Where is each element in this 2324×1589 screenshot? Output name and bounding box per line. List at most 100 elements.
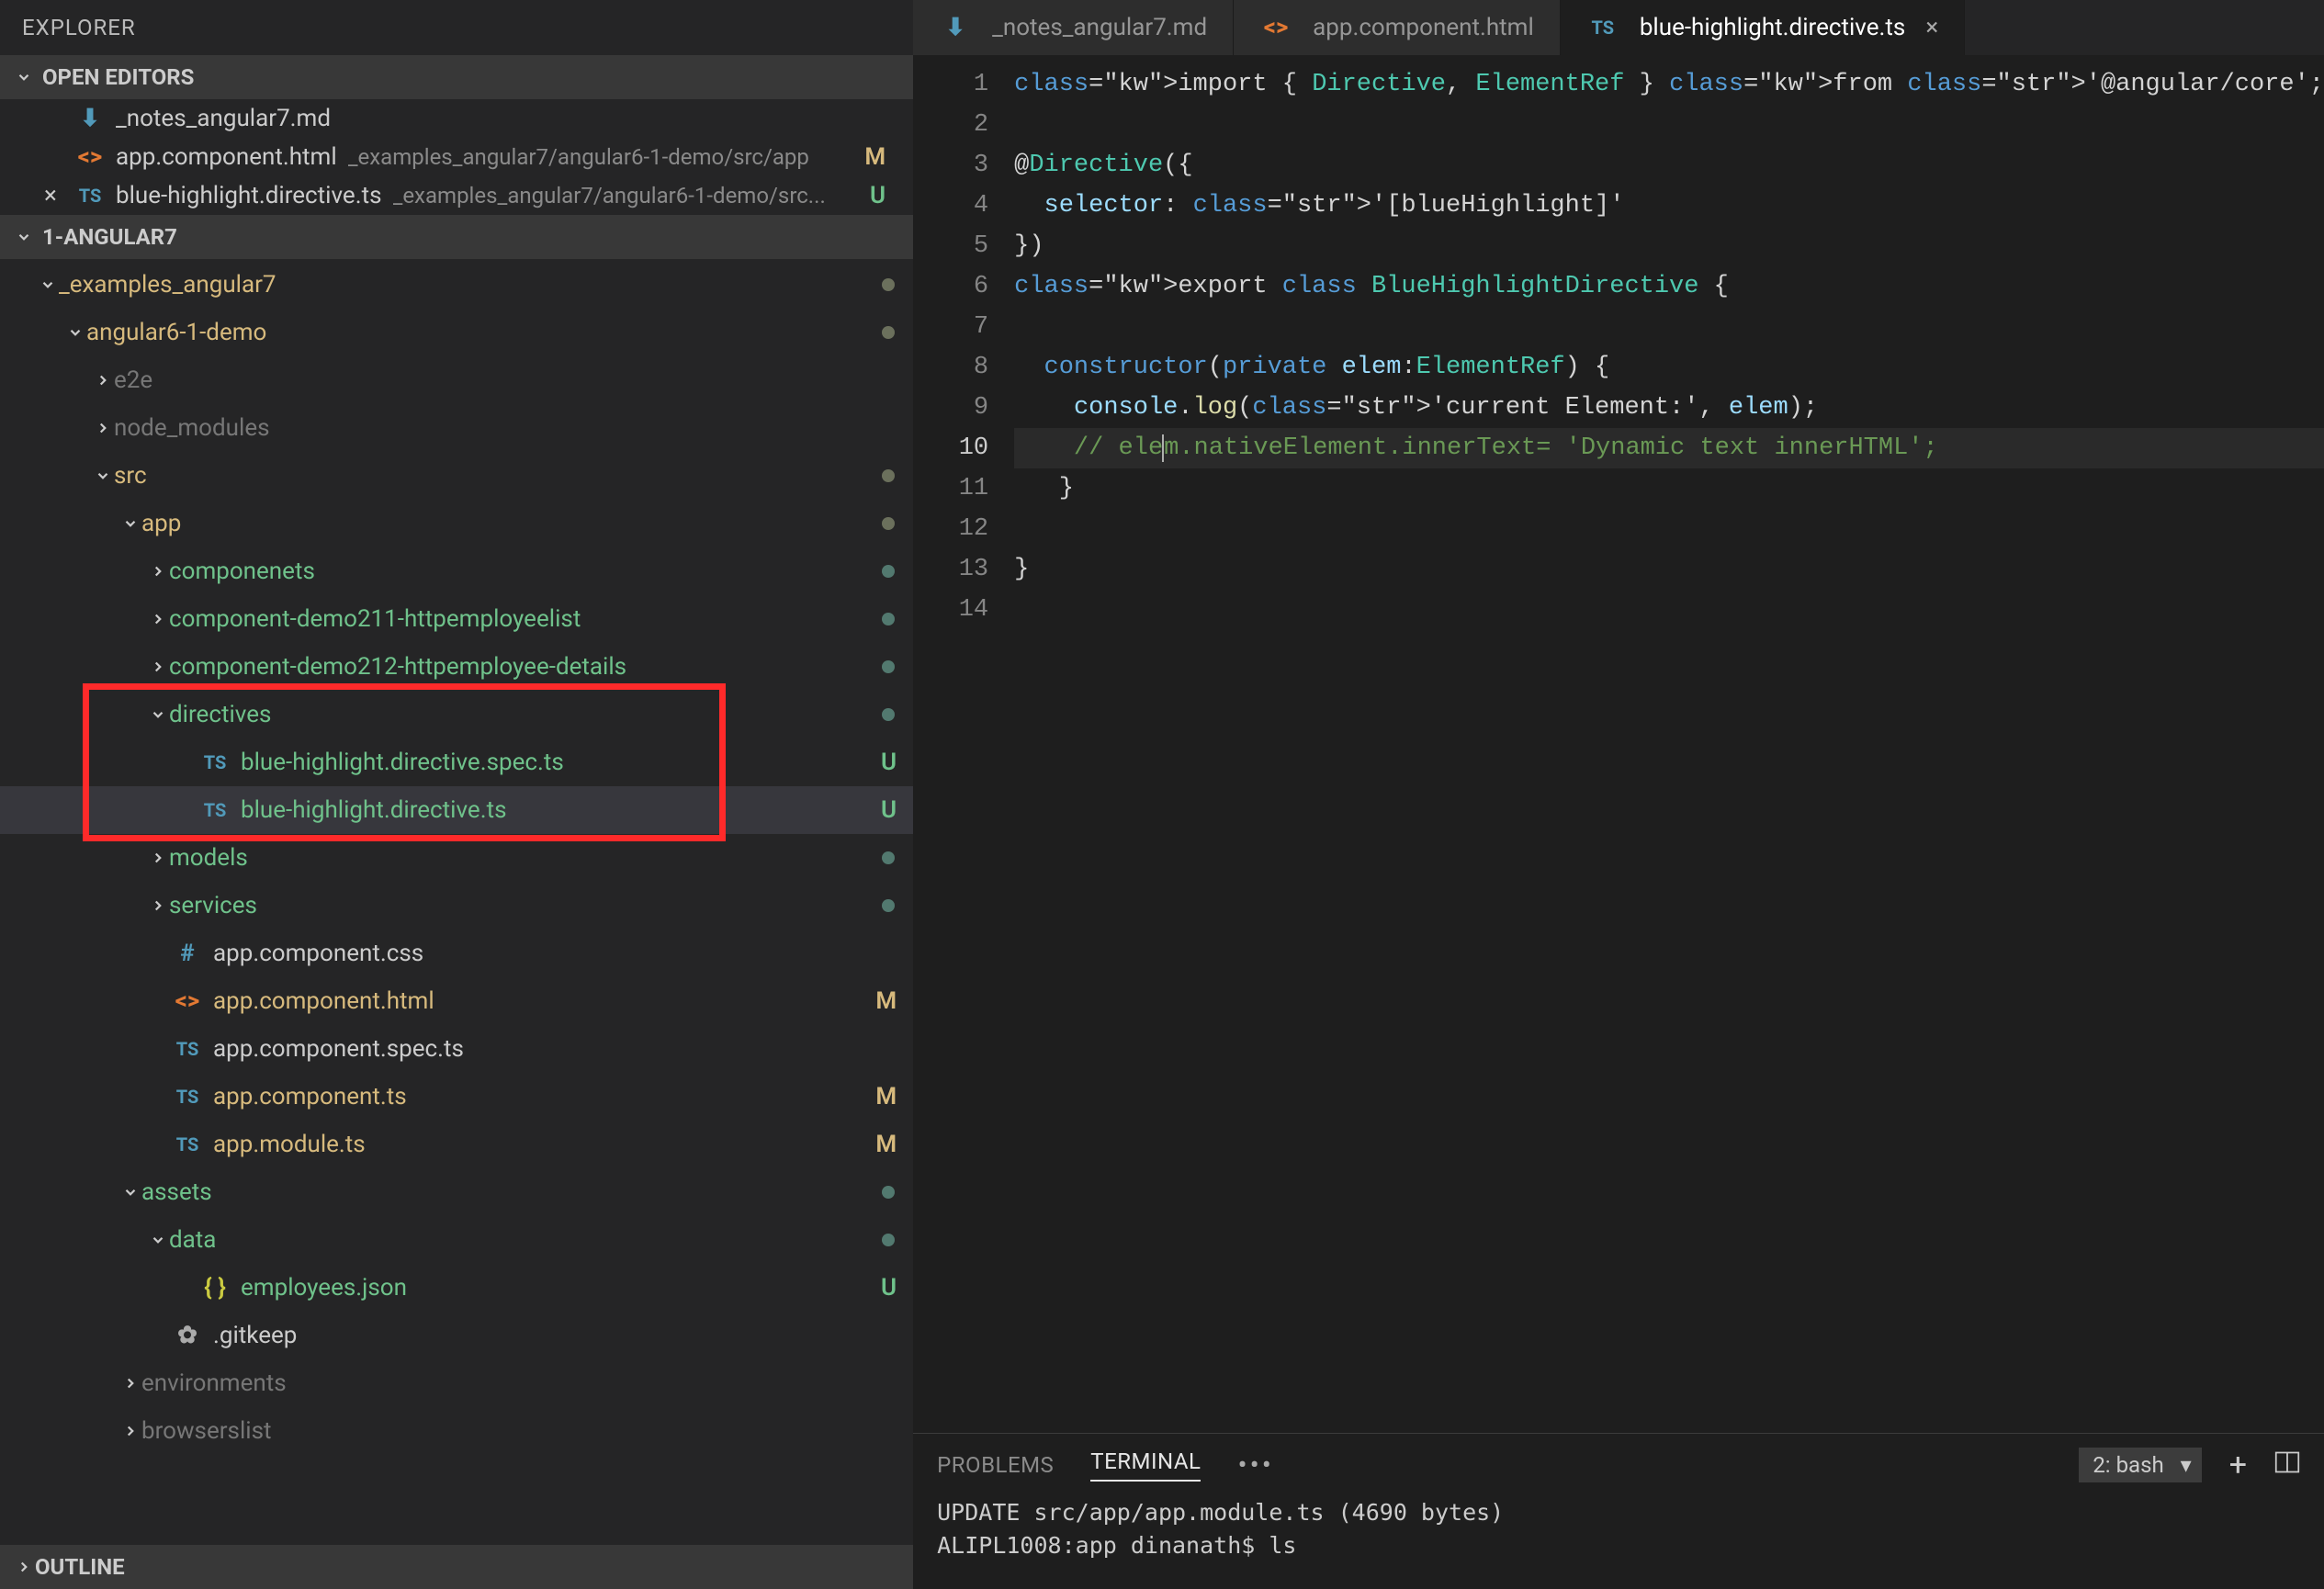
panel-more-icon[interactable]: ••• [1237,1449,1273,1482]
chevron-right-icon [147,850,169,866]
markdown-icon: ⬇ [73,105,107,132]
ts-icon: TS [171,1086,204,1108]
file-item[interactable]: TSapp.module.tsM [0,1121,913,1168]
folder-name: data [169,1226,216,1254]
file-name: employees.json [241,1274,407,1302]
line-number: 7 [913,307,988,347]
line-number: 14 [913,590,988,630]
open-editors-header[interactable]: OPEN EDITORS [0,55,913,99]
terminal-select[interactable]: 2: bash ▾ [2079,1448,2201,1482]
editor-tab[interactable]: TSblue-highlight.directive.ts× [1561,0,1965,55]
file-path: _examples_angular7/angular6-1-demo/src..… [393,183,826,208]
code-area[interactable]: 1234567891011121314 class="kw">import { … [913,55,2324,1433]
new-terminal-icon[interactable]: + [2229,1447,2247,1483]
folder-item[interactable]: data [0,1216,913,1264]
folder-name: environments [141,1369,287,1397]
folder-item[interactable]: src [0,452,913,500]
line-number: 10 [913,428,988,468]
explorer-title: EXPLORER [0,0,913,55]
outline-header[interactable]: OUTLINE [0,1545,913,1589]
workspace-header[interactable]: 1-ANGULAR7 [0,215,913,259]
markdown-icon: ⬇ [939,14,972,41]
line-gutter: 1234567891011121314 [913,64,1014,1433]
close-icon[interactable]: × [44,182,57,209]
chevron-down-icon [92,468,114,484]
editor-tabs: ⬇_notes_angular7.md<>app.component.htmlT… [913,0,2324,55]
file-item[interactable]: TSblue-highlight.directive.spec.tsU [0,738,913,786]
file-name: app.component.spec.ts [213,1035,464,1063]
git-dot [882,613,895,625]
panel-tab-terminal[interactable]: TERMINAL [1090,1448,1201,1482]
open-editors-label: OPEN EDITORS [42,64,194,90]
file-name: blue-highlight.directive.ts [116,182,382,209]
open-editors-list: ⬇_notes_angular7.md <> app.component.html _… [0,99,913,215]
chevron-down-icon [13,229,35,245]
folder-name: assets [141,1178,212,1206]
git-dot [882,660,895,673]
folder-item[interactable]: services [0,882,913,930]
folder-item[interactable]: component-demo211-httpemployeelist [0,595,913,643]
tab-label: blue-highlight.directive.ts [1640,14,1906,41]
ts-icon: TS [198,751,231,773]
panel-tab-problems[interactable]: PROBLEMS [937,1452,1054,1478]
close-icon[interactable]: × [1925,14,1938,41]
file-name: app.component.html [116,143,337,171]
folder-name: browserslist [141,1417,272,1445]
code-line: @Directive({ [1014,145,2324,186]
folder-item[interactable]: environments [0,1359,913,1407]
file-item[interactable]: #app.component.css [0,930,913,977]
code-line: console.log(class="str">'current Element… [1014,388,2324,428]
file-path: _examples_angular7/angular6-1-demo/src/a… [348,144,809,170]
ts-icon: TS [198,799,231,821]
folder-item[interactable]: browserslist [0,1407,913,1455]
html-icon: <> [73,143,107,171]
folder-item[interactable]: app [0,500,913,547]
file-item[interactable]: <>app.component.htmlM [0,977,913,1025]
folder-item[interactable]: componenets [0,547,913,595]
folder-item[interactable]: angular6-1-demo [0,309,913,356]
chevron-right-icon [147,563,169,580]
git-dot [882,278,895,291]
folder-name: services [169,892,257,919]
split-terminal-icon[interactable] [2274,1449,2300,1482]
git-status: M [875,1131,913,1158]
chevron-right-icon [92,372,114,389]
css-icon: # [171,940,204,967]
folder-name: angular6-1-demo [86,319,266,346]
file-item[interactable]: ✿.gitkeep [0,1312,913,1359]
code-line [1014,307,2324,347]
file-item[interactable]: TSapp.component.tsM [0,1073,913,1121]
git-dot [882,469,895,482]
git-status: U [881,749,913,776]
folder-item[interactable]: assets [0,1168,913,1216]
folder-name: src [114,462,147,490]
folder-item[interactable]: _examples_angular7 [0,261,913,309]
folder-item[interactable]: component-demo212-httpemployee-details [0,643,913,691]
ts-icon: TS [73,185,107,207]
editor-tab[interactable]: <>app.component.html [1234,0,1561,55]
tab-label: app.component.html [1313,14,1534,41]
open-editor-item[interactable]: ⬇_notes_angular7.md [0,99,913,138]
folder-item[interactable]: e2e [0,356,913,404]
terminal-output[interactable]: UPDATE src/app/app.module.ts (4690 bytes… [913,1491,2324,1568]
open-editor-item[interactable]: <> app.component.html _examples_angular7/a… [0,138,913,176]
folder-item[interactable]: models [0,834,913,882]
tab-label: _notes_angular7.md [992,14,1207,41]
line-number: 6 [913,266,988,307]
folder-item[interactable]: node_modules [0,404,913,452]
file-item[interactable]: TSblue-highlight.directive.tsU [0,786,913,834]
code-line: constructor(private elem:ElementRef) { [1014,347,2324,388]
code-content[interactable]: class="kw">import { Directive, ElementRe… [1014,64,2324,1433]
git-status: M [875,987,913,1015]
editor-tab[interactable]: ⬇ _notes_angular7.md [913,0,1234,55]
file-name: .gitkeep [213,1322,297,1349]
folder-name: node_modules [114,414,270,442]
open-editor-item[interactable]: × TS blue-highlight.directive.ts _examples_… [0,176,913,215]
file-item[interactable]: { }employees.jsonU [0,1264,913,1312]
code-line: } [1014,549,2324,590]
line-number: 3 [913,145,988,186]
code-line: selector: class="str">'[blueHighlight]' [1014,186,2324,226]
file-item[interactable]: TSapp.component.spec.ts [0,1025,913,1073]
folder-item[interactable]: directives [0,691,913,738]
git-dot [882,708,895,721]
